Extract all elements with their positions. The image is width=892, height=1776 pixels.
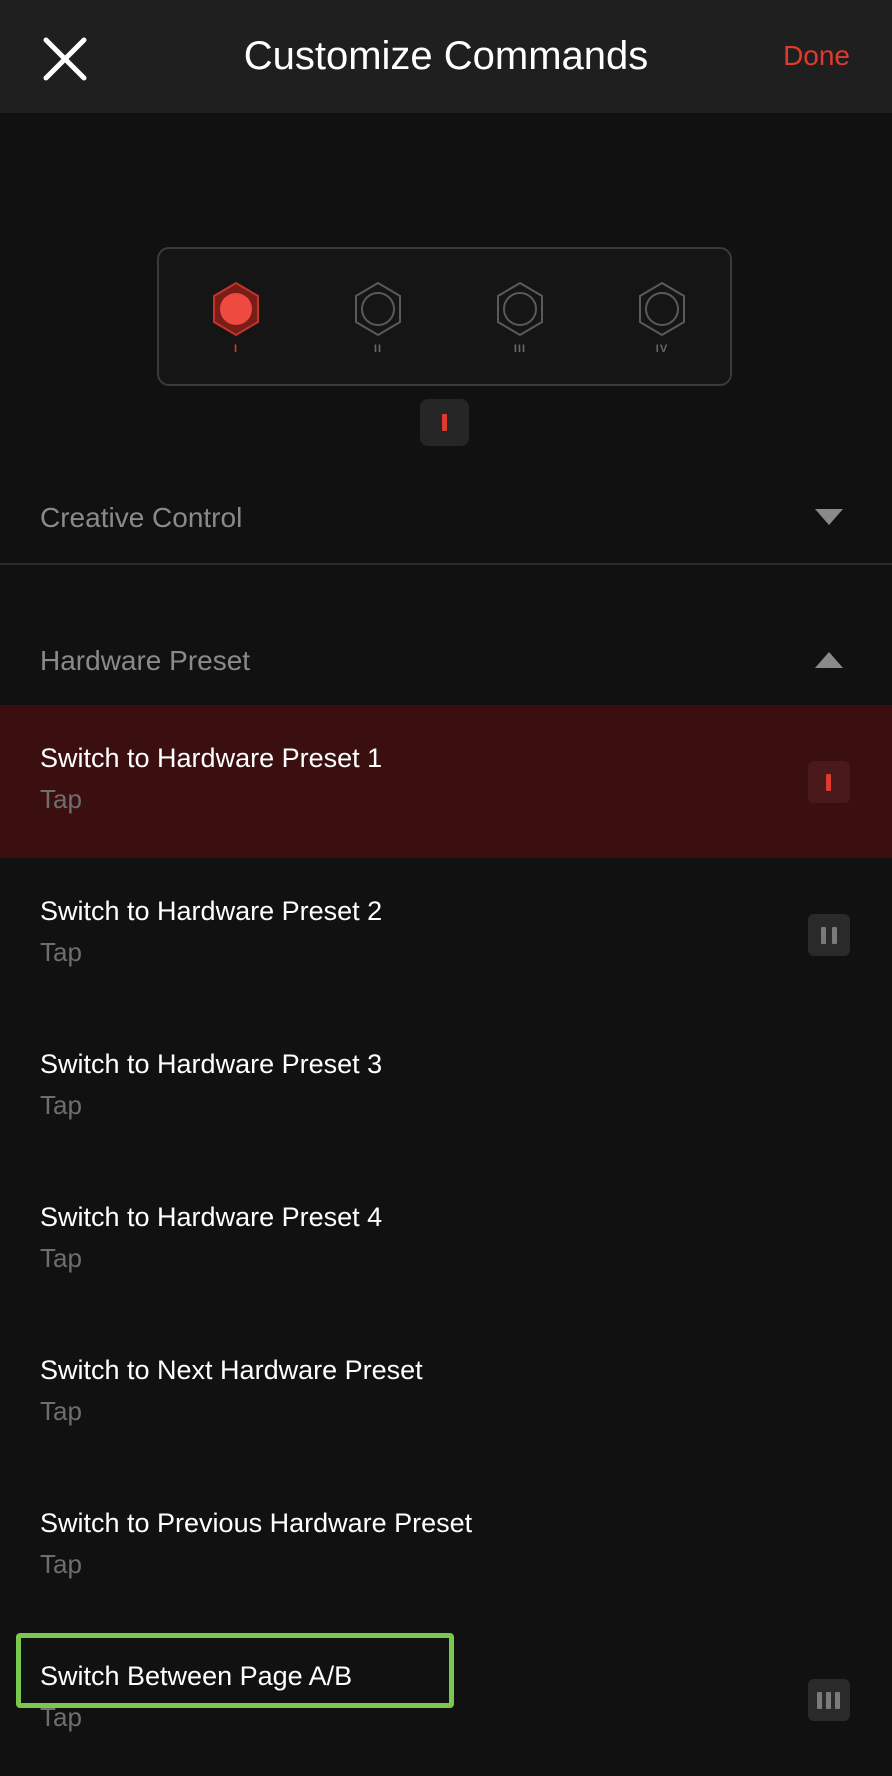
chevron-down-icon (815, 509, 843, 525)
command-row[interactable]: Switch to Hardware Preset 2 Tap (0, 858, 892, 1011)
footswitch-icon (497, 281, 543, 337)
footswitch-label: IV (655, 343, 669, 355)
done-button[interactable]: Done (783, 36, 850, 76)
command-title: Switch to Previous Hardware Preset (40, 1508, 473, 1538)
chevron-up-icon (815, 652, 843, 668)
page-badge (808, 761, 850, 803)
command-title: Switch to Hardware Preset 4 (40, 1202, 383, 1232)
command-title: Switch Between Page A/B (40, 1661, 353, 1691)
command-subtitle: Tap (40, 1243, 82, 1273)
footswitch-label: I (233, 343, 239, 355)
command-row[interactable]: Switch to Next Hardware Preset Tap (0, 1317, 892, 1470)
close-icon[interactable] (38, 32, 92, 86)
footswitch-1[interactable]: I (206, 279, 266, 365)
footswitch-device: I II III IV (157, 247, 732, 386)
command-title: Switch to Hardware Preset 1 (40, 743, 383, 773)
command-subtitle: Tap (40, 784, 82, 814)
page-indicator-bar (442, 414, 447, 431)
command-subtitle: Tap (40, 1549, 82, 1579)
section-hardware-preset[interactable]: Hardware Preset (0, 625, 892, 695)
command-subtitle: Tap (40, 1090, 82, 1120)
footswitch-icon (355, 281, 401, 337)
footswitch-4[interactable]: IV (632, 279, 692, 365)
command-subtitle: Tap (40, 937, 82, 967)
command-title: Switch to Hardware Preset 2 (40, 896, 383, 926)
footswitch-3[interactable]: III (490, 279, 550, 365)
command-row[interactable]: Switch to Previous Hardware Preset Tap (0, 1470, 892, 1623)
footswitch-label: II (373, 343, 383, 355)
section-label: Creative Control (40, 502, 243, 533)
command-subtitle: Tap (40, 1702, 82, 1732)
page-title: Customize Commands (243, 34, 649, 78)
footswitch-active-icon (213, 281, 259, 337)
page-indicator[interactable] (420, 399, 469, 446)
divider (0, 563, 892, 565)
command-row[interactable]: Switch to Hardware Preset 4 Tap (0, 1164, 892, 1317)
command-title: Switch to Next Hardware Preset (40, 1355, 423, 1385)
page-badge (808, 1679, 850, 1721)
top-bar: Customize Commands Done (0, 0, 892, 113)
command-subtitle: Tap (40, 1396, 82, 1426)
section-creative-control[interactable]: Creative Control (0, 482, 892, 552)
command-row[interactable]: Switch to Hardware Preset 3 Tap (0, 1011, 892, 1164)
page-badge (808, 914, 850, 956)
command-title: Switch to Hardware Preset 3 (40, 1049, 383, 1079)
footswitch-label: III (513, 343, 527, 355)
command-row[interactable]: Switch Between Page A/B Tap (0, 1623, 892, 1776)
footswitch-2[interactable]: II (348, 279, 408, 365)
command-row[interactable]: Switch to Hardware Preset 1 Tap (0, 705, 892, 858)
footswitch-icon (639, 281, 685, 337)
section-label: Hardware Preset (40, 645, 251, 676)
